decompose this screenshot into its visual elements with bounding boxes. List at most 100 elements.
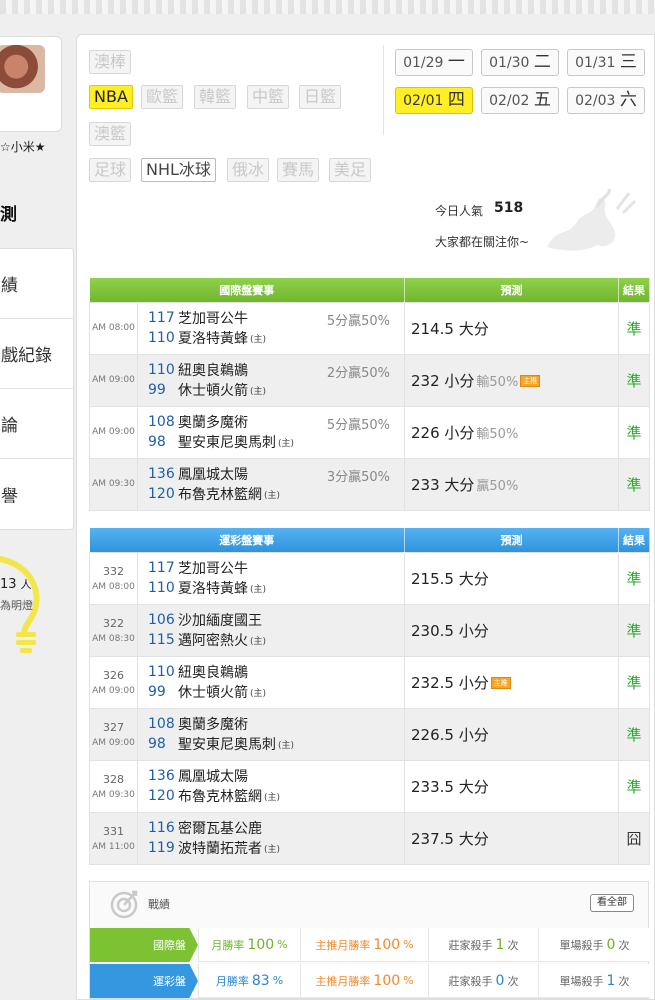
sidebar-item-reputation[interactable]: 譽 (0, 459, 73, 529)
sidebar-item-game-history[interactable]: 戲紀錄 (0, 319, 73, 389)
matchup-cell: 117 芝加哥公牛 110 夏洛特黃蜂 (主) 5分贏50% (137, 301, 405, 355)
prediction-cell: 232.5 小分 主推 (404, 655, 619, 709)
home-marker: (主) (250, 334, 267, 345)
home-team[interactable]: 119 波特蘭拓荒者 (主) (148, 838, 404, 858)
col-header-result: 結果 (618, 278, 650, 302)
team-name: 鳳凰城太陽 (178, 467, 248, 483)
date-button[interactable]: 02/02 五 (481, 87, 559, 114)
col-header-lottery-games: 運彩盤賽事 (89, 528, 405, 552)
game-code: 331 (103, 824, 124, 838)
team-name: 密爾瓦基公鹿 (178, 821, 262, 837)
stats-row: 運彩盤 月勝率 83% 主推月勝率 100% 莊家殺手 0 次單場殺手 1 次 (90, 964, 650, 998)
stat-value: 100 (247, 936, 275, 953)
date-button[interactable]: 01/29 一 (395, 49, 473, 76)
prediction-value: 226.5 小分 (411, 725, 489, 744)
team-number: 110 (148, 330, 175, 346)
stat-label: 月勝率 (211, 938, 245, 952)
nav-predict-tab[interactable]: 測 (0, 200, 17, 225)
league-button[interactable]: 足球 (89, 158, 132, 182)
team-name: 夏洛特黃蜂 (178, 581, 248, 597)
home-team[interactable]: 115 邁阿密熱火 (主) (148, 630, 404, 650)
away-team[interactable]: 116 密爾瓦基公鹿 (148, 818, 404, 838)
league-button[interactable]: 日籃 (299, 85, 342, 109)
weekday-label: 一 (447, 52, 465, 72)
date-button[interactable]: 02/03 六 (567, 87, 645, 114)
prediction-cell: 226 小分 輸50% (404, 405, 619, 459)
sidebar-item-record[interactable]: 績 (0, 249, 73, 319)
home-team[interactable]: 99 休士頓火箭 (主) (148, 380, 404, 400)
home-team[interactable]: 98 聖安東尼奧馬刺 (主) (148, 734, 404, 754)
stat-value: 100 (373, 936, 401, 953)
league-button[interactable]: 澳籃 (89, 122, 132, 146)
intl-games-table: 國際盤賽事 預測 結果 AM 08:00 117 芝加哥公牛 110 夏洛特黃蜂 (主) 5… (89, 278, 650, 511)
table-row: 332 AM 08:00 117 芝加哥公牛 110 夏洛特黃蜂 (主) 215.5 大分準 (89, 551, 650, 605)
team-number: 117 (148, 560, 175, 576)
home-marker: (主) (250, 636, 267, 647)
weekday-label: 三 (619, 52, 637, 72)
home-team[interactable]: 120 布魯克林籃網 (主) (148, 484, 404, 504)
stat-label: 主推月勝率 (315, 938, 371, 952)
home-team[interactable]: 120 布魯克林籃網 (主) (148, 786, 404, 806)
result-cell: 囧 (618, 811, 650, 865)
team-name: 紐奧良鵜鶘 (178, 363, 248, 379)
league-button[interactable]: 美足 (329, 158, 372, 182)
home-marker: (主) (250, 584, 267, 595)
stat-value: 1 (495, 936, 505, 953)
stat-value: 100 (373, 972, 401, 989)
date-button[interactable]: 02/01 四 (395, 87, 473, 114)
game-time-cell: AM 09:30 (89, 457, 138, 511)
date-label: 01/31 (575, 55, 620, 71)
stat-unit: % (403, 974, 414, 987)
game-time-cell: 322 AM 08:30 (89, 603, 138, 657)
result-cell: 準 (618, 707, 650, 761)
target-icon (110, 890, 138, 919)
stat-value: 1 (606, 972, 616, 989)
game-time: AM 11:00 (92, 841, 135, 852)
league-button[interactable]: 韓籃 (194, 85, 237, 109)
prediction-cell: 226.5 小分 (404, 707, 619, 761)
username[interactable]: ☆小米★ (0, 138, 46, 155)
date-label: 02/03 (575, 93, 620, 109)
banker-killer: 莊家殺手 0 次 (428, 964, 538, 998)
date-label: 02/02 (489, 93, 534, 109)
league-button[interactable]: 歐籃 (141, 85, 184, 109)
team-name: 波特蘭拓荒者 (178, 841, 262, 857)
sidebar-item-discussion[interactable]: 論 (0, 389, 73, 459)
home-team[interactable]: 98 聖安東尼奧馬刺 (主) (148, 432, 404, 452)
league-button[interactable]: 俄冰 (227, 158, 270, 182)
league-button[interactable]: 賽馬 (277, 158, 320, 182)
game-code: 328 (103, 772, 124, 786)
col-header-intl-games: 國際盤賽事 (89, 278, 405, 302)
home-team[interactable]: 99 休士頓火箭 (主) (148, 682, 404, 702)
table-row: 326 AM 09:00 110 紐奧良鵜鶘 99 休士頓火箭 (主) 232.5 小分 主推準 (89, 655, 650, 709)
date-button[interactable]: 01/30 二 (481, 49, 559, 76)
league-button[interactable]: NBA (89, 85, 133, 109)
away-team[interactable]: 136 鳳凰城太陽 (148, 766, 404, 786)
top-border-decoration (0, 0, 655, 14)
league-button[interactable]: NHL冰球 (141, 158, 216, 182)
home-team[interactable]: 110 夏洛特黃蜂 (主) (148, 578, 404, 598)
avatar[interactable] (0, 45, 45, 93)
result-cell: 準 (618, 759, 650, 813)
main-pick-badge: 主推 (490, 677, 511, 689)
monthly-win-rate: 月勝率 83% (198, 964, 300, 998)
sidebar-menu: 績 戲紀錄 論 譽 (0, 248, 74, 530)
away-team[interactable]: 108 奧蘭多魔術 (148, 714, 404, 734)
team-name: 邁阿密熱火 (178, 633, 248, 649)
view-all-button[interactable]: 看全部 (590, 894, 634, 912)
away-team[interactable]: 117 芝加哥公牛 (148, 558, 404, 578)
away-team[interactable]: 106 沙加緬度國王 (148, 610, 404, 630)
team-number: 119 (148, 840, 175, 856)
date-button[interactable]: 01/31 三 (567, 49, 645, 76)
stat-unit: 次 (507, 974, 519, 988)
away-team[interactable]: 110 紐奧良鵜鶘 (148, 662, 404, 682)
monthly-win-rate: 月勝率 100% (198, 928, 300, 962)
prediction-cell: 230.5 小分 (404, 603, 619, 657)
home-marker: (主) (264, 792, 281, 803)
prediction-value: 233.5 大分 (411, 777, 489, 796)
stat-label: 主推月勝率 (315, 974, 371, 988)
stat-value: 0 (495, 972, 505, 989)
league-button[interactable]: 澳棒 (89, 50, 132, 74)
home-team[interactable]: 110 夏洛特黃蜂 (主) (148, 328, 404, 348)
league-button[interactable]: 中籃 (247, 85, 290, 109)
